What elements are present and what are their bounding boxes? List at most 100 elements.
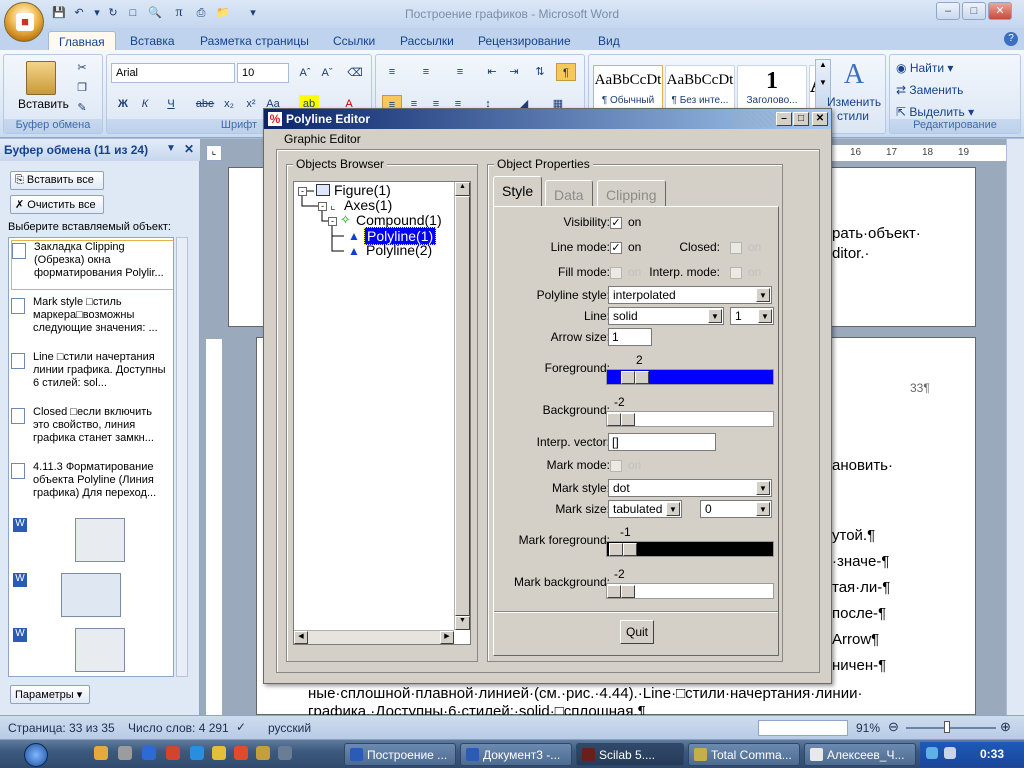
foreground-slider[interactable]: [606, 369, 774, 385]
tree-scrollbar-thumb[interactable]: [455, 196, 470, 616]
closed-checkbox[interactable]: [730, 242, 742, 254]
tree-node-polyline-2[interactable]: Polyline(2): [366, 242, 432, 258]
clock[interactable]: 0:33: [980, 747, 1004, 761]
clipboard-image-thumbnail[interactable]: [75, 628, 125, 672]
scroll-left-icon[interactable]: ◀: [294, 631, 308, 644]
slider-knob[interactable]: [621, 413, 635, 426]
quicklaunch-icon[interactable]: [190, 746, 204, 760]
scroll-down-icon[interactable]: ▼: [455, 616, 470, 630]
sort-icon[interactable]: ⇅: [530, 63, 550, 81]
page-count[interactable]: Страница: 33 из 35: [8, 721, 115, 735]
editor-maximize-button[interactable]: □: [793, 112, 809, 126]
superscript-icon[interactable]: x²: [241, 95, 261, 113]
quicklaunch-icon[interactable]: [212, 746, 226, 760]
taskbar-button-scilab[interactable]: Scilab 5....: [576, 743, 684, 766]
font-name-combo[interactable]: Arial: [111, 63, 235, 83]
clipboard-item[interactable]: Закладка Clipping (Обрезка) окна формати…: [11, 240, 173, 290]
zoom-slider[interactable]: [906, 727, 996, 729]
cut-icon[interactable]: ✂: [72, 59, 92, 77]
clear-all-button[interactable]: ✗ Очистить все: [10, 195, 104, 214]
find-button[interactable]: ◉ Найти ▾: [896, 61, 953, 75]
clear-format-icon[interactable]: ⌫: [345, 64, 365, 82]
mark-background-slider[interactable]: [606, 583, 774, 599]
show-formatting-icon[interactable]: ¶: [556, 63, 576, 81]
increase-indent-icon[interactable]: ⇥: [504, 63, 524, 81]
tab-insert[interactable]: Вставка: [120, 31, 185, 50]
quicklaunch-icon[interactable]: [166, 746, 180, 760]
vertical-scrollbar[interactable]: [1006, 139, 1024, 715]
change-styles-icon[interactable]: A: [839, 59, 869, 90]
tree-expander-compound[interactable]: -: [328, 217, 337, 226]
bullets-icon[interactable]: ≡: [382, 63, 402, 81]
polyline-style-combo[interactable]: interpolated ▼: [608, 286, 772, 304]
tab-references[interactable]: Ссылки: [323, 31, 385, 50]
editor-close-button[interactable]: ✕: [812, 112, 828, 126]
minimize-button[interactable]: –: [936, 2, 960, 20]
zoom-level[interactable]: 91%: [856, 721, 880, 735]
start-button[interactable]: [24, 743, 48, 767]
clipboard-item[interactable]: Line □стили начертания линии графика. До…: [11, 351, 173, 401]
office-button[interactable]: ■: [4, 2, 44, 42]
scroll-up-icon[interactable]: ▲: [455, 182, 470, 196]
editor-minimize-button[interactable]: –: [776, 112, 792, 126]
underline-icon[interactable]: Ч: [161, 95, 181, 113]
subscript-icon[interactable]: x₂: [219, 95, 239, 113]
shrink-font-icon[interactable]: Aˇ: [317, 64, 337, 82]
mark-style-combo[interactable]: dot ▼: [608, 479, 772, 497]
italic-icon[interactable]: К: [135, 95, 155, 113]
volume-icon[interactable]: [944, 747, 956, 759]
taskbar-button-word-1[interactable]: Построение ...: [344, 743, 456, 766]
slider-knob[interactable]: [635, 371, 649, 384]
background-slider[interactable]: [606, 411, 774, 427]
select-button[interactable]: ⇱ Выделить ▾: [896, 105, 974, 119]
taskbar-button-document[interactable]: Алексеев_Ч...: [804, 743, 916, 766]
line-width-combo[interactable]: 1 ▼: [730, 307, 774, 325]
visibility-checkbox[interactable]: ✓: [610, 217, 622, 229]
tab-home[interactable]: Главная: [48, 31, 116, 50]
slider-knob[interactable]: [621, 371, 635, 384]
mark-size-unit-combo[interactable]: tabulated ▼: [608, 500, 682, 518]
pane-menu-icon[interactable]: ▼: [166, 143, 176, 154]
clipboard-image-thumbnail[interactable]: [75, 518, 125, 562]
spelling-icon[interactable]: ✓: [236, 720, 246, 734]
interp-vector-field[interactable]: []: [608, 433, 716, 451]
zoom-out-icon[interactable]: ⊖: [888, 719, 899, 735]
options-button[interactable]: Параметры ▾: [10, 685, 90, 704]
taskbar-button-total-commander[interactable]: Total Comma...: [688, 743, 800, 766]
language[interactable]: русский: [268, 721, 311, 735]
quicklaunch-icon[interactable]: [234, 746, 248, 760]
change-styles-label-1[interactable]: Изменить: [827, 95, 881, 109]
quicklaunch-icon[interactable]: [142, 746, 156, 760]
arrow-size-field[interactable]: 1: [608, 328, 652, 346]
quicklaunch-icon[interactable]: [118, 746, 132, 760]
view-buttons[interactable]: [758, 720, 848, 736]
clipboard-scrollbar[interactable]: [176, 237, 188, 677]
grow-font-icon[interactable]: Aˆ: [295, 64, 315, 82]
slider-knob[interactable]: [623, 543, 637, 556]
slider-knob[interactable]: [607, 585, 621, 598]
paste-icon[interactable]: [26, 61, 56, 95]
paste-all-button[interactable]: ⎘ Вставить все: [10, 171, 104, 190]
pane-close-icon[interactable]: ✕: [184, 142, 194, 156]
copy-icon[interactable]: ❐: [72, 79, 92, 97]
graphic-editor-menu[interactable]: Graphic Editor: [284, 132, 361, 146]
decrease-indent-icon[interactable]: ⇤: [482, 63, 502, 81]
tab-page-layout[interactable]: Разметка страницы: [190, 31, 319, 50]
slider-knob[interactable]: [609, 543, 623, 556]
clipboard-image-thumbnail[interactable]: [61, 573, 121, 617]
zoom-in-icon[interactable]: ⊕: [1000, 719, 1011, 735]
quit-button[interactable]: Quit: [620, 620, 654, 644]
zoom-slider-thumb[interactable]: [944, 721, 950, 733]
tab-clipping[interactable]: Clipping: [597, 180, 666, 206]
quicklaunch-icon[interactable]: [278, 746, 292, 760]
interp-mode-checkbox[interactable]: [730, 267, 742, 279]
clipboard-item[interactable]: 4.11.3 Форматирование объекта Polyline (…: [11, 461, 173, 511]
scroll-right-icon[interactable]: ▶: [440, 631, 454, 644]
numbering-icon[interactable]: ≡: [416, 63, 436, 81]
style-no-spacing[interactable]: AaBbCcDt ¶ Без инте...: [665, 65, 735, 113]
strikethrough-icon[interactable]: abe: [195, 95, 215, 113]
style-normal[interactable]: AaBbCcDt ¶ Обычный: [593, 65, 663, 113]
quicklaunch-icon[interactable]: [256, 746, 270, 760]
clipboard-item[interactable]: Closed □если включить это свойство, лини…: [11, 406, 173, 456]
tree-expander-figure[interactable]: -: [298, 187, 307, 196]
